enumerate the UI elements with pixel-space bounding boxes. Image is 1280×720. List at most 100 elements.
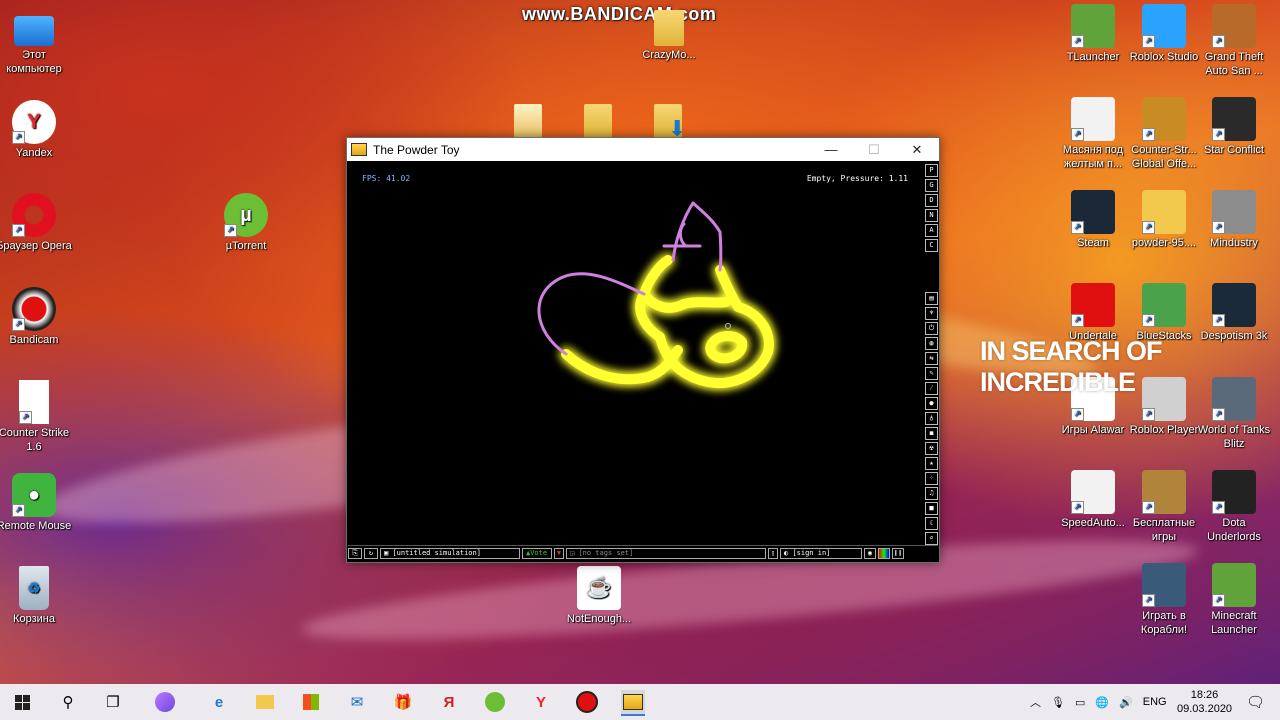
desktop-icon-remote-mouse[interactable]: ● ↗ Remote Mouse: [0, 473, 74, 533]
bandicam-taskbar-icon[interactable]: [575, 690, 599, 714]
category-walls-icon[interactable]: ▤: [925, 292, 938, 305]
save-simulation-button[interactable]: ▣ [untitled simulation]: [380, 547, 520, 559]
shortcut-arrow-icon: ↗: [12, 224, 25, 237]
speedauto-icon: ↗: [1071, 470, 1115, 514]
gift-icon[interactable]: 🎁: [391, 690, 415, 714]
desktop-icon-mindustry[interactable]: ↗ Mindustry: [1194, 190, 1274, 250]
mail-icon[interactable]: ✉: [345, 690, 369, 714]
alice-assistant-icon[interactable]: [153, 690, 177, 714]
menu-button-a[interactable]: A: [925, 224, 938, 237]
network-icon[interactable]: 🌐: [1095, 696, 1109, 709]
desktop-icon-opera[interactable]: ↗ Браузер Opera: [0, 193, 74, 253]
category-electronics-icon[interactable]: ♆: [925, 307, 938, 320]
task-view-icon[interactable]: ❐: [101, 690, 125, 714]
search-icon[interactable]: ⚲: [56, 690, 80, 714]
category-life-icon[interactable]: ⁘: [925, 472, 938, 485]
category-favorites-icon[interactable]: ■: [925, 502, 938, 515]
vote-down-button[interactable]: ▼: [554, 547, 564, 559]
desktop-icon-notenough[interactable]: ☕ NotEnough...: [559, 566, 639, 626]
notifications-icon[interactable]: 🗨: [1246, 684, 1265, 720]
desktop-icon-speedauto[interactable]: ↗ SpeedAuto...: [1053, 470, 1133, 530]
category-powders-icon[interactable]: ♁: [925, 412, 938, 425]
desktop-icon-zip-folder[interactable]: ↗ powder-95....: [1124, 190, 1204, 250]
menu-button-d[interactable]: D: [925, 194, 938, 207]
category-liquids-icon[interactable]: ●: [925, 397, 938, 410]
category-gases-icon[interactable]: ⁄: [925, 382, 938, 395]
desktop-icon-crazymo[interactable]: CrazyMo...: [629, 10, 709, 62]
desktop-icon-counter-strike[interactable]: ↗ Counter Strike 1.6: [0, 380, 74, 454]
desktop-icon-steam[interactable]: ↗ Steam: [1053, 190, 1133, 250]
desktop-icon-heart[interactable]: ↗ Undertale: [1053, 283, 1133, 343]
category-tools-icon[interactable]: ♫: [925, 487, 938, 500]
wallpaper-slogan: IN SEARCH OF INCREDIBLE: [980, 336, 1163, 397]
yandex-icon[interactable]: Я: [437, 690, 461, 714]
tags-button[interactable]: ◲ [no tags set]: [566, 547, 766, 559]
category-decoration-icon[interactable]: ☾: [925, 517, 938, 530]
clear-simulation-button[interactable]: ▯: [768, 547, 778, 559]
downloads-folder-icon[interactable]: ⬇: [654, 104, 686, 141]
desktop-icon-recycle-bin[interactable]: ♻ Корзина: [0, 566, 74, 626]
desktop-icon-csgo[interactable]: ↗ Counter-Str... Global Offe...: [1124, 97, 1204, 171]
desktop-icon-gta[interactable]: ↗ Grand Theft Auto San ...: [1194, 4, 1274, 78]
reload-button[interactable]: ↻: [364, 547, 378, 559]
pause-button[interactable]: ❙❙: [892, 547, 904, 559]
clock[interactable]: 18:26 09.03.2020: [1177, 684, 1232, 720]
desktop-icon-underlords[interactable]: ↗ Dota Underlords: [1194, 470, 1274, 544]
file-explorer-icon[interactable]: [253, 690, 277, 714]
battery-icon[interactable]: ▭: [1075, 696, 1085, 709]
yandex-browser-taskbar-icon[interactable]: Y: [529, 690, 553, 714]
menu-button-c[interactable]: C: [925, 239, 938, 252]
microphone-icon[interactable]: 🎙: [1051, 696, 1065, 709]
desktop-icon-label: Roblox Studio: [1129, 51, 1199, 63]
steam-icon: ↗: [1071, 190, 1115, 234]
maximize-button[interactable]: ☐: [852, 138, 896, 161]
settings-button[interactable]: ◉: [864, 547, 876, 559]
desktop-icon-this-pc[interactable]: Этот компьютер: [0, 10, 74, 76]
category-explosives-icon[interactable]: ✎: [925, 367, 938, 380]
category-powered-icon[interactable]: ⏻: [925, 322, 938, 335]
powder-toy-taskbar-icon[interactable]: [621, 690, 645, 716]
category-search-icon[interactable]: ⌕: [925, 532, 938, 545]
folder-icon[interactable]: [514, 104, 542, 138]
chevron-up-icon[interactable]: ︿: [1030, 694, 1041, 710]
category-solids-icon[interactable]: ◼: [925, 427, 938, 440]
edge-icon[interactable]: e: [207, 690, 231, 714]
close-button[interactable]: ✕: [895, 138, 939, 161]
volume-icon[interactable]: 🔊: [1119, 696, 1133, 709]
desktop-icon-despotism[interactable]: ↗ Despotism 3k: [1194, 283, 1274, 343]
minimize-button[interactable]: —: [809, 138, 853, 161]
display-mode-button[interactable]: [878, 547, 890, 559]
desktop-icon-minecraft-block[interactable]: ↗ Minecraft Launcher: [1194, 563, 1274, 637]
menu-button-g[interactable]: G: [925, 179, 938, 192]
simulation-canvas[interactable]: FPS: 41.02 Empty, Pressure: 1.11: [348, 162, 922, 545]
vote-up-button[interactable]: ▲Vote: [522, 547, 552, 559]
folder-icon[interactable]: [584, 104, 612, 138]
desktop-icon-warships[interactable]: ↗ Играть в Корабли!: [1124, 563, 1204, 637]
shortcut-arrow-icon: ↗: [1071, 501, 1084, 514]
menu-button-p[interactable]: P: [925, 164, 938, 177]
desktop-icon-roblox-studio[interactable]: ↗ Roblox Studio: [1124, 4, 1204, 64]
desktop-icon-utorrent[interactable]: µ ↗ µTorrent: [206, 193, 286, 253]
desktop-icon-label: Браузер Opera: [0, 240, 72, 252]
open-save-button[interactable]: ⎘: [348, 547, 362, 559]
start-button[interactable]: [10, 690, 34, 714]
shortcut-arrow-icon: ↗: [224, 224, 237, 237]
store-icon[interactable]: [299, 690, 323, 714]
desktop-icon-minecraft-block[interactable]: ↗ TLauncher: [1053, 4, 1133, 64]
category-special-icon[interactable]: ★: [925, 457, 938, 470]
language-indicator[interactable]: ENG: [1143, 696, 1167, 708]
desktop-icon-yandex[interactable]: Y ↗ Yandex: [0, 100, 74, 160]
desktop-icon-bandicam[interactable]: ↗ Bandicam: [0, 287, 74, 347]
desktop-icon-masyanya[interactable]: ↗ Масяня под желтым п...: [1053, 97, 1133, 171]
menu-button-n[interactable]: N: [925, 209, 938, 222]
powder-toy-window[interactable]: The Powder Toy — ☐ ✕ FPS: 41.02 Empty, P…: [346, 137, 940, 563]
desktop-icon-bluestacks[interactable]: ↗ BlueStacks: [1124, 283, 1204, 343]
utorrent-taskbar-icon[interactable]: [483, 690, 507, 714]
desktop-icon-star-conflict[interactable]: ↗ Star Conflict: [1194, 97, 1274, 157]
sign-in-button[interactable]: ◐ [sign in]: [780, 547, 862, 559]
category-sensors-icon[interactable]: ◍: [925, 337, 938, 350]
desktop-icon-sword[interactable]: ↗ Бесплатные игры: [1124, 470, 1204, 544]
category-force-icon[interactable]: ⇆: [925, 352, 938, 365]
category-radioactive-icon[interactable]: ☢: [925, 442, 938, 455]
window-titlebar[interactable]: The Powder Toy — ☐ ✕: [347, 138, 939, 161]
